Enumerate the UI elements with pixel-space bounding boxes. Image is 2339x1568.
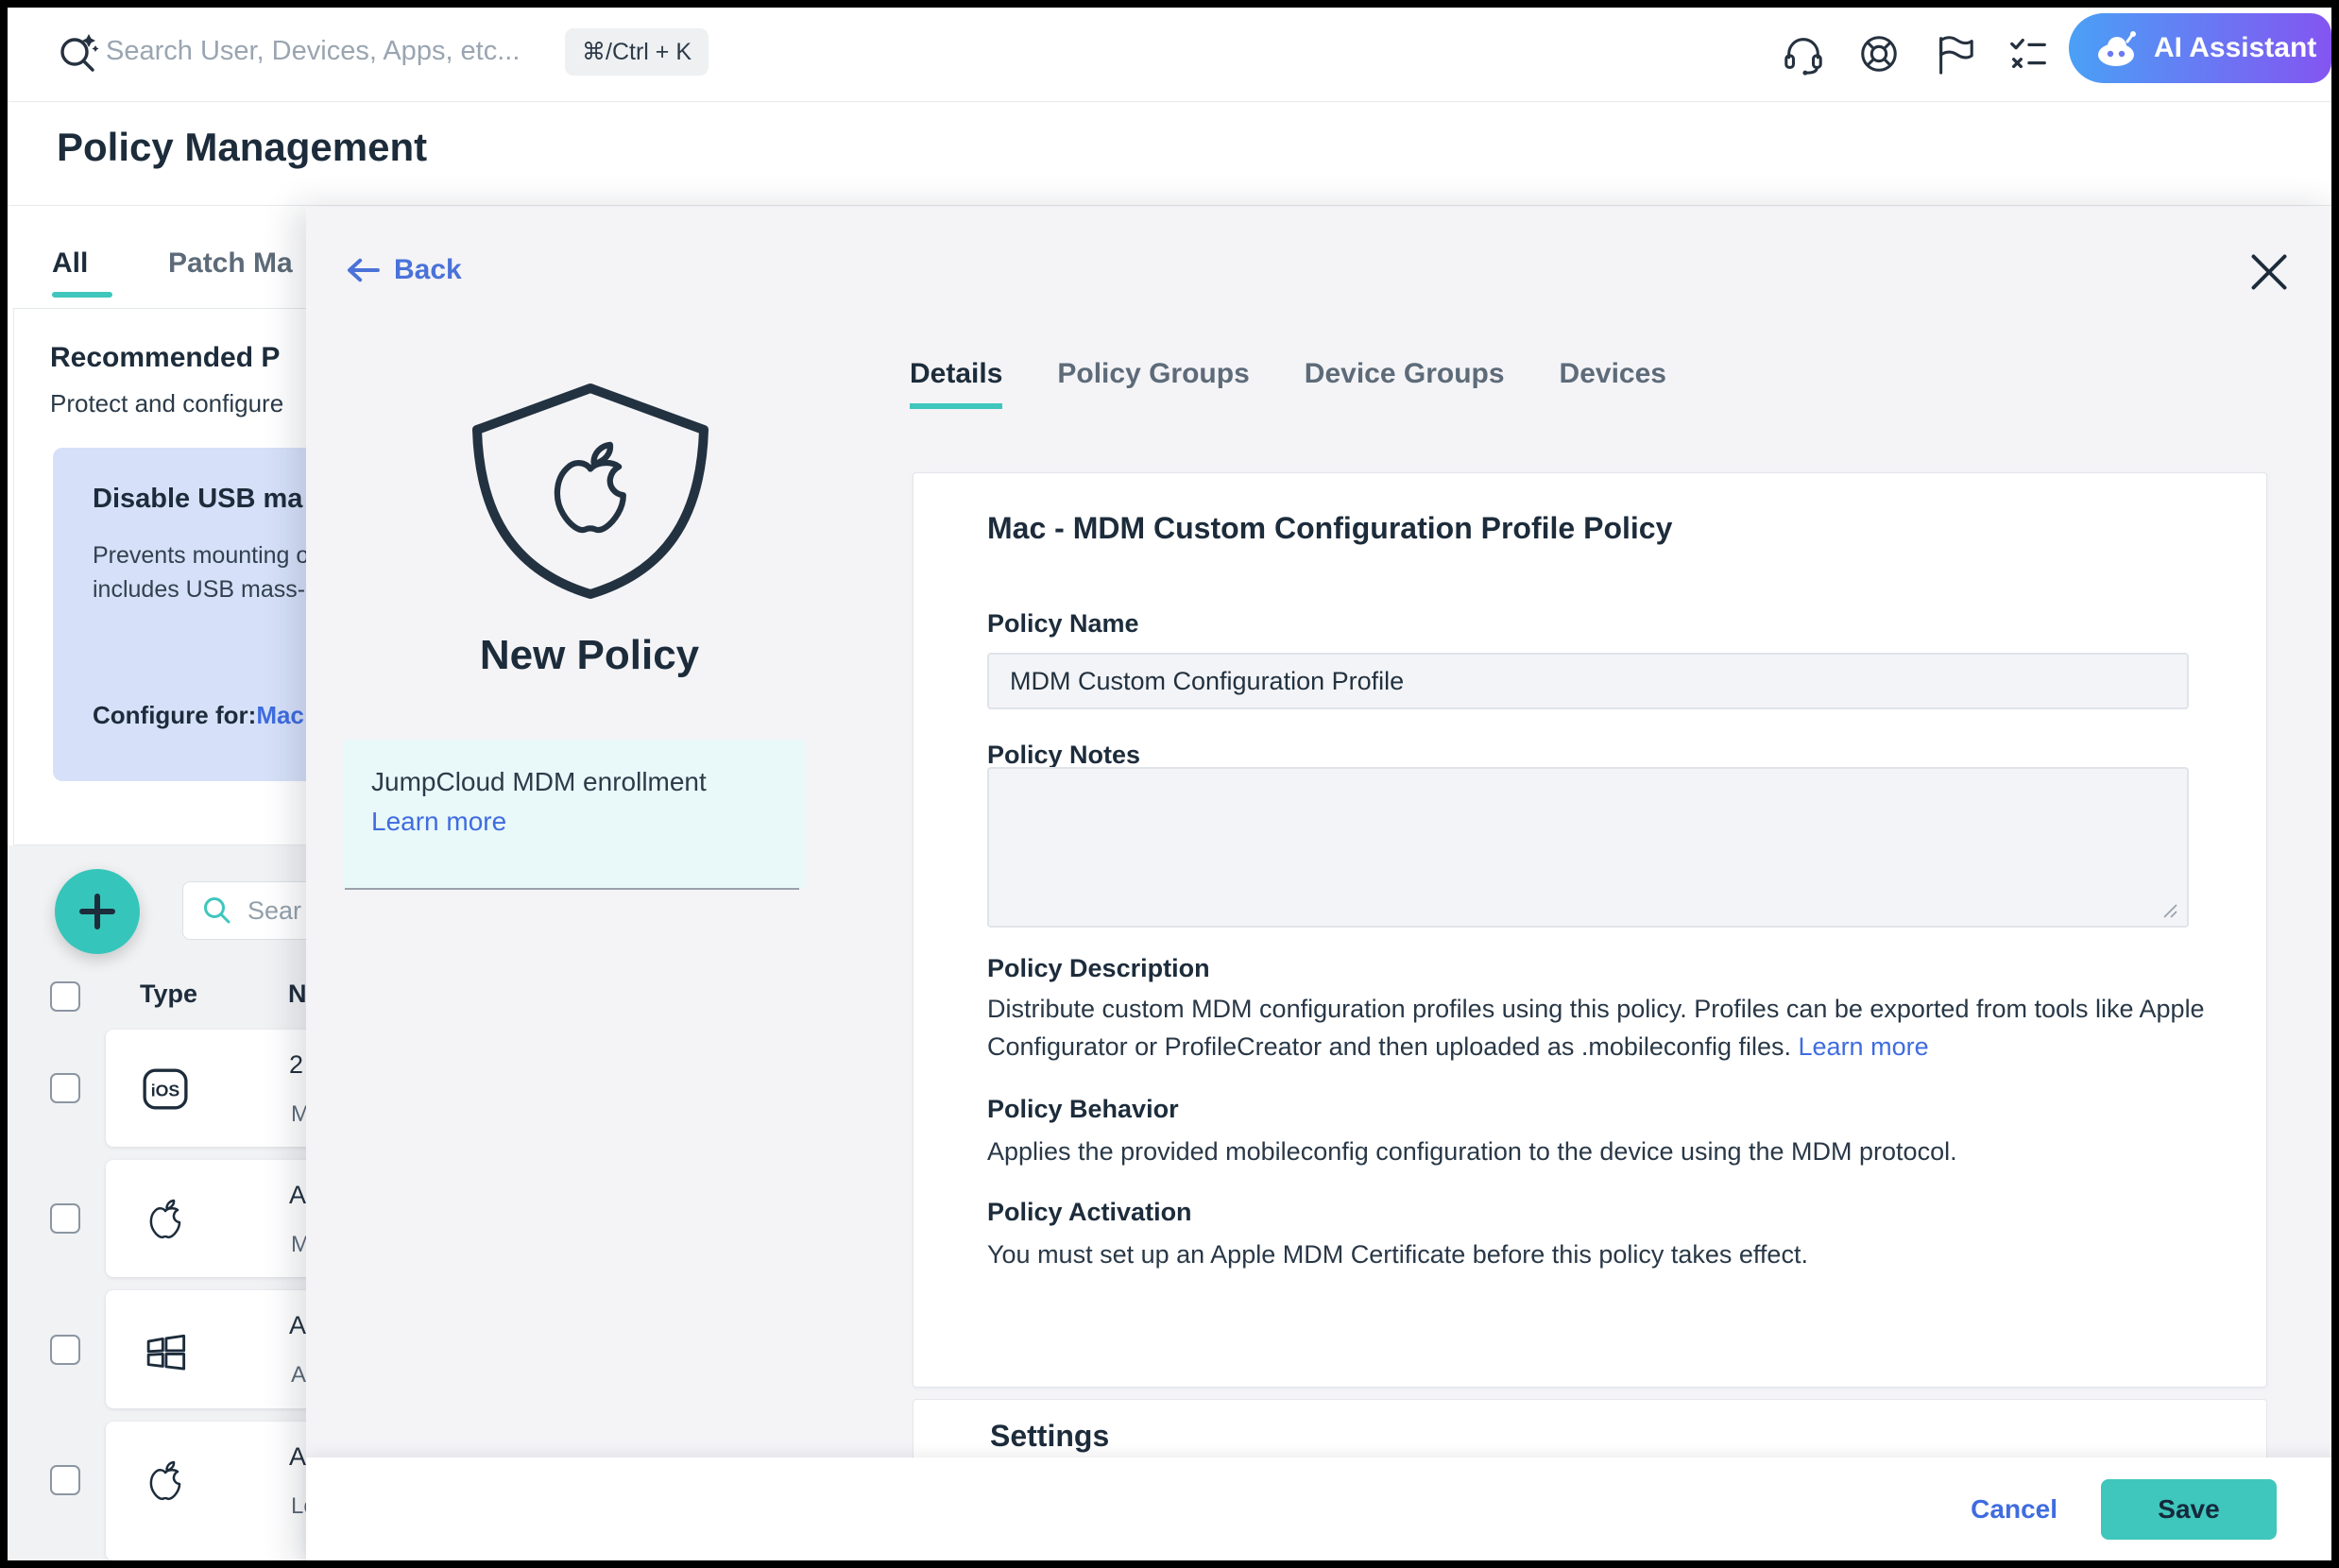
recommended-policy-card-line1: Prevents mounting o [93,542,309,570]
search-shortcut-badge: ⌘/Ctrl + K [565,28,709,76]
search-sparkle-icon[interactable] [57,32,100,76]
apple-icon [142,1194,189,1243]
row2-checkbox[interactable] [50,1203,80,1234]
ai-assistant-label: AI Assistant [2154,32,2316,64]
enrollment-note-text: JumpCloud MDM enrollment [371,767,707,796]
tab-all-underline [52,292,112,298]
modal-tab-bar: Details Policy Groups Device Groups Devi… [910,358,1666,409]
tab-device-groups[interactable]: Device Groups [1305,358,1505,409]
windows-icon [142,1326,189,1373]
top-bar: Search User, Devices, Apps, etc... ⌘/Ctr… [8,8,2331,102]
tab-policy-groups[interactable]: Policy Groups [1057,358,1249,409]
apple-icon [142,1456,189,1505]
ai-assistant-button[interactable]: AI Assistant [2069,13,2331,83]
enrollment-learn-more-link[interactable]: Learn more [371,807,506,836]
recommended-policy-card-line2: includes USB mass-s [93,576,317,604]
add-policy-button[interactable] [55,869,140,954]
policy-behavior-label: Policy Behavior [987,1095,1179,1124]
policy-activation-text: You must set up an Apple MDM Certificate… [987,1236,2215,1273]
policy-name-label: Policy Name [987,609,1139,639]
policy-name-input[interactable] [987,653,2189,709]
search-icon [202,895,232,926]
plus-icon [76,890,119,933]
configure-for-label: Configure for: [93,701,256,729]
page-header: Policy Management [8,102,2331,206]
description-learn-more-link[interactable]: Learn more [1799,1032,1929,1061]
modal-footer: Cancel Save [306,1457,2339,1568]
new-policy-modal: Back New Policy JumpCloud MDM enrollment… [306,207,2339,1568]
recommended-title: Recommended P [50,342,280,374]
policy-description-text: Distribute custom MDM configuration prof… [987,990,2215,1065]
policy-activation-label: Policy Activation [987,1198,1192,1227]
row-name: A [289,1311,306,1340]
policy-details-card: Mac - MDM Custom Configuration Profile P… [913,472,2267,1388]
row-name: A [289,1181,306,1210]
row-name: A [289,1442,306,1472]
checklist-icon[interactable] [2006,32,2050,76]
policy-notes-textarea[interactable] [987,767,2189,928]
save-button[interactable]: Save [2101,1479,2277,1540]
back-label: Back [394,254,462,286]
recommended-subtitle: Protect and configure [50,389,283,418]
svg-text:iOS: iOS [151,1081,180,1099]
policy-notes-label: Policy Notes [987,741,1140,770]
row1-checkbox[interactable] [50,1073,80,1103]
policy-card-heading: Mac - MDM Custom Configuration Profile P… [987,511,1672,546]
sidebar-divider [345,888,799,890]
ai-robot-icon [2093,27,2141,69]
tab-devices[interactable]: Devices [1560,358,1666,409]
recommended-policy-card-title: Disable USB ma [93,484,302,515]
type-column-header[interactable]: Type [140,980,197,1009]
enrollment-note-box: JumpCloud MDM enrollment Learn more [343,740,805,888]
row4-checkbox[interactable] [50,1465,80,1495]
new-policy-title: New Policy [349,632,830,679]
policy-behavior-text: Applies the provided mobileconfig config… [987,1133,2215,1170]
tab-patch-management[interactable]: Patch Ma [168,247,293,280]
app-window: Search User, Devices, Apps, etc... ⌘/Ctr… [0,0,2339,1568]
policy-description-label: Policy Description [987,954,1210,983]
apple-shield-icon [468,377,713,602]
policy-search-placeholder: Sear [248,896,301,926]
row3-checkbox[interactable] [50,1335,80,1365]
page-title: Policy Management [57,125,427,170]
arrow-left-icon [345,256,381,284]
close-icon[interactable] [2248,251,2290,293]
name-column-header[interactable]: N [288,980,307,1009]
tab-details[interactable]: Details [910,358,1002,409]
global-search-input[interactable]: Search User, Devices, Apps, etc... [106,36,520,67]
tab-all[interactable]: All [52,247,88,280]
select-all-checkbox[interactable] [50,981,80,1012]
row-name: 2 [289,1050,303,1080]
cancel-button[interactable]: Cancel [1971,1494,2057,1525]
ios-icon: iOS [142,1067,189,1111]
settings-heading: Settings [990,1419,1109,1454]
help-lifebuoy-icon[interactable] [1857,32,1901,76]
back-button[interactable]: Back [345,254,462,286]
flag-icon[interactable] [1933,32,1976,76]
support-headset-icon[interactable] [1782,32,1825,76]
